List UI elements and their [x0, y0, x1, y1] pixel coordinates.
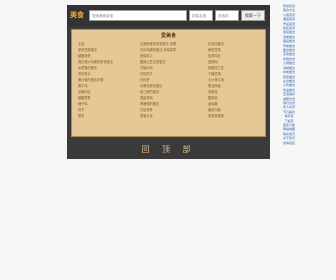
recipe-link[interactable]: 香菇滑鸡 — [140, 96, 208, 100]
recipe-link[interactable]: 红烧茄子 — [140, 72, 208, 76]
content-card: 爱美食 主菜 清蒸鲈鱼的家常做法 步骤 红烧肉做法家常豆腐做法 可乐鸡翅的做法 简单易… — [71, 29, 266, 137]
recipe-link[interactable]: 手撕包菜的做法 — [140, 84, 208, 88]
back-to-top-button[interactable]: 回 顶 部 — [67, 140, 270, 159]
recipe-link[interactable]: 白灼虾 — [140, 78, 208, 82]
recipe-link[interactable]: 蒜蓉西兰花 — [208, 66, 261, 70]
header-bar: 美食 搜索美食菜谱 按菜名搜 请选择 搜索一下 — [67, 5, 270, 27]
search-button[interactable]: 搜索一下 — [241, 10, 265, 21]
recipe-link[interactable]: 家常菜推荐 — [208, 114, 261, 118]
recipe-link[interactable]: 酱牛肉 — [78, 84, 140, 88]
card-title: 爱美食 — [160, 33, 176, 39]
recipe-link[interactable]: 蛋炒饭的做法步骤 — [78, 78, 140, 82]
search-type-select[interactable]: 按菜名搜 — [189, 10, 213, 21]
category-select[interactable]: 请选择 — [215, 10, 239, 21]
recipe-link[interactable]: 红烧肉做法 — [208, 42, 261, 46]
recipe-link[interactable]: 小炒黄牛肉 — [208, 78, 261, 82]
recipe-link[interactable]: 红烧排骨 — [140, 108, 208, 112]
recipe-link[interactable]: 水煮鱼的做法 — [78, 66, 140, 70]
recipe-grid: 主菜 清蒸鲈鱼的家常做法 步骤 红烧肉做法家常豆腐做法 可乐鸡翅的做法 简单易学 麻婆豆… — [78, 42, 261, 118]
recipe-link[interactable]: 葱油拌面 — [208, 84, 261, 88]
sidebar-link[interactable]: 友情链接 — [272, 141, 306, 145]
recipe-link[interactable]: 鱼香肉丝 — [208, 54, 261, 58]
recipe-link[interactable]: 地三鲜的做法 — [140, 90, 208, 94]
recipe-link[interactable]: 酸辣土豆丝的做法 — [140, 60, 208, 64]
recipe-link[interactable]: 干煸豆角 — [208, 72, 261, 76]
recipe-link[interactable]: 可乐鸡翅的做法 简单易学 — [140, 48, 208, 52]
recipe-link[interactable]: 糖醋里脊 — [78, 96, 140, 100]
recipe-link[interactable]: 家常豆腐做法 — [78, 48, 140, 52]
recipe-link[interactable]: 辣子鸡 — [78, 102, 140, 106]
sidebar-links: 家常菜谱 美食大全 川菜菜谱 湘菜菜谱 粤菜菜谱 鲁菜菜谱 素菜做法 汤类做法 甜品做法 早餐做法… — [272, 4, 306, 145]
recipe-link[interactable]: 番茄牛腩 — [208, 108, 261, 112]
recipe-link[interactable]: 菜谱大全 — [140, 114, 208, 118]
search-input[interactable]: 搜索美食菜谱 — [89, 10, 187, 21]
recipe-link[interactable]: 主菜 — [78, 42, 140, 46]
recipe-link[interactable]: 清蒸鲈鱼的家常做法 步骤 — [140, 42, 208, 46]
recipe-link[interactable]: 饺子 — [78, 108, 140, 112]
recipe-link[interactable]: 酸菜鱼 — [208, 96, 261, 100]
recipe-link[interactable]: 啤酒鸭的做法 — [140, 102, 208, 106]
recipe-link[interactable]: 回锅肉 — [208, 60, 261, 64]
recipe-link[interactable]: 西红柿炒鸡蛋的家常做法 — [78, 60, 140, 64]
recipe-link[interactable]: 宫保鸡丁 — [140, 54, 208, 58]
recipe-link[interactable]: 更多 — [78, 114, 140, 118]
recipe-link[interactable]: 卤鸡腿 — [208, 102, 261, 106]
recipe-link[interactable]: 鸡蛋羹 — [208, 90, 261, 94]
recipe-link[interactable]: 麻婆豆腐 — [208, 48, 261, 52]
recipe-link[interactable]: 京酱肉丝 — [78, 90, 140, 94]
main-frame: 美食 搜索美食菜谱 按菜名搜 请选择 搜索一下 爱美食 主菜 清蒸鲈鱼的家常做法 … — [67, 5, 270, 159]
recipe-link[interactable]: 凉拌黄瓜 — [78, 72, 140, 76]
recipe-link[interactable]: 糖醋排骨 — [78, 54, 140, 58]
recipe-link[interactable]: 青椒炒肉 — [140, 66, 208, 70]
site-logo[interactable]: 美食 — [70, 10, 84, 20]
